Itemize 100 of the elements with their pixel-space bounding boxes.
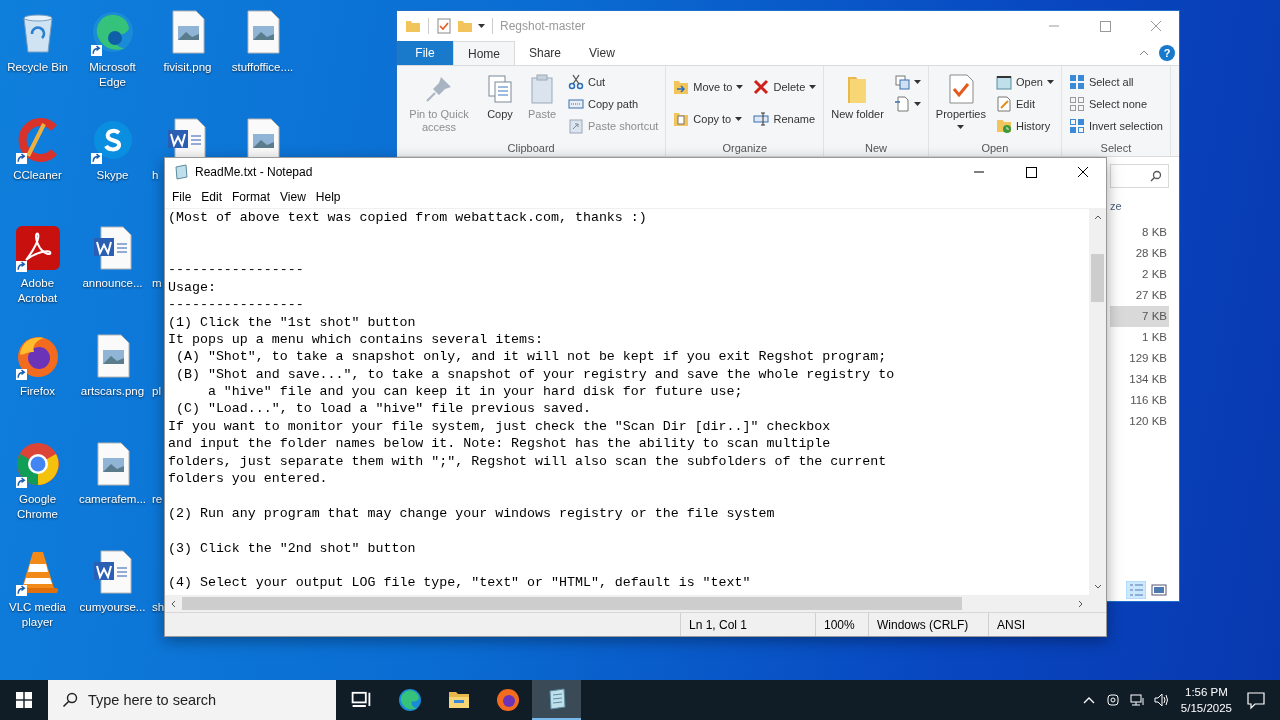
ribbon-button[interactable]: Rename: [750, 105, 820, 133]
search-icon: [1150, 170, 1162, 182]
file-menu-button[interactable]: File: [397, 41, 453, 65]
window-title: ReadMe.txt - Notepad: [195, 165, 313, 179]
window-title: Regshot-master: [500, 19, 586, 33]
caret-icon: [478, 24, 485, 28]
column-header[interactable]: ze: [1110, 200, 1169, 216]
ribbon-button[interactable]: New folder: [828, 71, 887, 123]
desktop-icon-label[interactable]: announce...: [76, 276, 149, 291]
move-icon: [673, 79, 690, 95]
desktop-icon-label[interactable]: Skype: [76, 168, 149, 183]
scissors-icon: [568, 74, 584, 90]
ribbon-button[interactable]: Select all: [1065, 71, 1166, 93]
camera-icon[interactable]: [1104, 692, 1121, 708]
copy-to-folder-icon: [673, 111, 690, 127]
desktop-icon-label[interactable]: fivisit.png: [151, 60, 224, 75]
folder-icon: [457, 18, 473, 34]
scroll-left-icon[interactable]: [171, 599, 176, 608]
desktop-icon-label[interactable]: h: [150, 168, 159, 183]
text-line: and input the folder names below it. Note: Regshot has the ability to scan multiple: [168, 436, 831, 452]
desktop-icon-label[interactable]: cumyourse...: [76, 600, 149, 615]
ribbon-button[interactable]: Move to: [670, 73, 747, 101]
desktop-icon-label[interactable]: sh: [150, 600, 165, 615]
status-text: 100%: [815, 613, 868, 636]
new-item-icon: [893, 74, 910, 90]
search-field[interactable]: [1110, 164, 1169, 188]
ribbon-tab[interactable]: View: [575, 41, 629, 65]
ribbon-group-label: Clipboard: [506, 141, 556, 155]
menu-item[interactable]: Edit: [196, 190, 228, 204]
help-button[interactable]: ?: [1159, 45, 1175, 61]
scroll-thumb[interactable]: [1091, 254, 1104, 302]
ribbon-button[interactable]: Copy to: [670, 105, 747, 133]
text-line: It pops up a menu which contains several items:: [168, 331, 544, 347]
network-icon[interactable]: [1128, 692, 1145, 708]
desktop-icon-label[interactable]: Adobe Acrobat: [1, 276, 74, 306]
menu-item[interactable]: Help: [310, 190, 346, 204]
desktop-icon-label[interactable]: Firefox: [1, 384, 74, 399]
text-line: (4) Select your output LOG file type, "text" or "HTML", default is "text": [168, 575, 751, 591]
status-text: Ln 1, Col 1: [680, 613, 815, 636]
text-line: (Most of above text was copied from webattack.com, thanks :): [168, 210, 647, 226]
desktop-icon-label[interactable]: m: [150, 276, 162, 291]
file-size: 129 KB: [1128, 351, 1168, 366]
file-size: 7 KB: [1110, 306, 1169, 327]
collapse-ribbon-icon[interactable]: [1139, 50, 1149, 56]
text-line: -----------------: [168, 297, 304, 313]
ribbon-button[interactable]: Properties: [932, 71, 989, 131]
thumbnail-view-icon[interactable]: [1149, 581, 1169, 599]
desktop-icon-label[interactable]: VLC media player: [1, 600, 74, 630]
text-line: (B) "Shot and save...", to take a snapshot of your registry and save the whole registry to: [174, 366, 895, 382]
ribbon-button[interactable]: Copy path: [565, 93, 662, 115]
file-size: 1 KB: [1141, 330, 1168, 345]
ribbon-button[interactable]: Edit: [993, 93, 1057, 115]
text-line: (1) Click the "1st shot" button: [168, 314, 416, 330]
invert-selection-icon: [1068, 118, 1085, 134]
ribbon-button[interactable]: Invert selection: [1065, 115, 1166, 137]
desktop-icon-label[interactable]: re: [150, 492, 163, 507]
select-none-icon: [1068, 96, 1085, 112]
clock[interactable]: 1:56 PM 5/15/2025: [1172, 684, 1240, 716]
desktop-icon-label[interactable]: camerafem...: [76, 492, 149, 507]
volume-icon[interactable]: [1152, 692, 1169, 708]
select-all-icon: [1068, 74, 1085, 90]
history-icon: [996, 118, 1012, 134]
ribbon-group-label: New: [864, 141, 889, 155]
scroll-down-icon[interactable]: [1093, 584, 1102, 589]
text-line: (A) "Shot", to take a snapshot only, and it will not be kept if you exit Regshot program;: [174, 349, 887, 365]
scroll-thumb[interactable]: [182, 597, 962, 610]
desktop-icon-label[interactable]: CCleaner: [1, 168, 74, 183]
ribbon-group-label: Open: [980, 141, 1010, 155]
desktop-icon-label[interactable]: Microsoft Edge: [76, 60, 149, 90]
file-size: 134 KB: [1128, 372, 1168, 387]
taskbar-button[interactable]: [532, 680, 581, 720]
status-text: Windows (CRLF): [868, 613, 988, 636]
ribbon-tab[interactable]: Share: [515, 41, 576, 65]
ribbon-tab[interactable]: Home: [453, 41, 515, 65]
ribbon-button[interactable]: Cut: [565, 71, 662, 93]
ribbon-button[interactable]: Open: [993, 71, 1057, 93]
file-size: 28 KB: [1134, 246, 1168, 261]
checklist-icon: [436, 18, 452, 34]
scroll-right-icon[interactable]: [1078, 599, 1083, 608]
ribbon-button[interactable]: Select none: [1065, 93, 1166, 115]
vertical-scrollbar[interactable]: [1089, 209, 1106, 595]
desktop-icon-label[interactable]: stuffoffice....: [226, 60, 299, 75]
text-line: Usage:: [168, 279, 216, 295]
text-line: (2) Run any program that may change your windows registry or the file system: [168, 505, 775, 521]
desktop-icon-label[interactable]: pl: [150, 384, 161, 399]
menu-item[interactable]: Format: [227, 190, 276, 204]
taskbar-search-field[interactable]: Type here to search: [48, 680, 336, 720]
desktop-icon-label[interactable]: artscars.png: [76, 384, 149, 399]
notifications-icon[interactable]: [1246, 690, 1266, 710]
ribbon-button[interactable]: Copy: [481, 71, 519, 123]
scroll-up-icon[interactable]: [1093, 215, 1102, 220]
desktop-icon-label[interactable]: Google Chrome: [1, 492, 74, 522]
ribbon-button[interactable]: History: [993, 115, 1057, 137]
ribbon-group-label: Organize: [721, 141, 769, 155]
path-icon: [568, 96, 584, 112]
desktop-icon-label[interactable]: Recycle Bin: [1, 60, 74, 75]
ribbon-button[interactable]: Delete: [750, 73, 820, 101]
menu-item[interactable]: File: [167, 190, 197, 204]
menu-item[interactable]: View: [275, 190, 311, 204]
text-line: folders you entered.: [168, 471, 328, 487]
